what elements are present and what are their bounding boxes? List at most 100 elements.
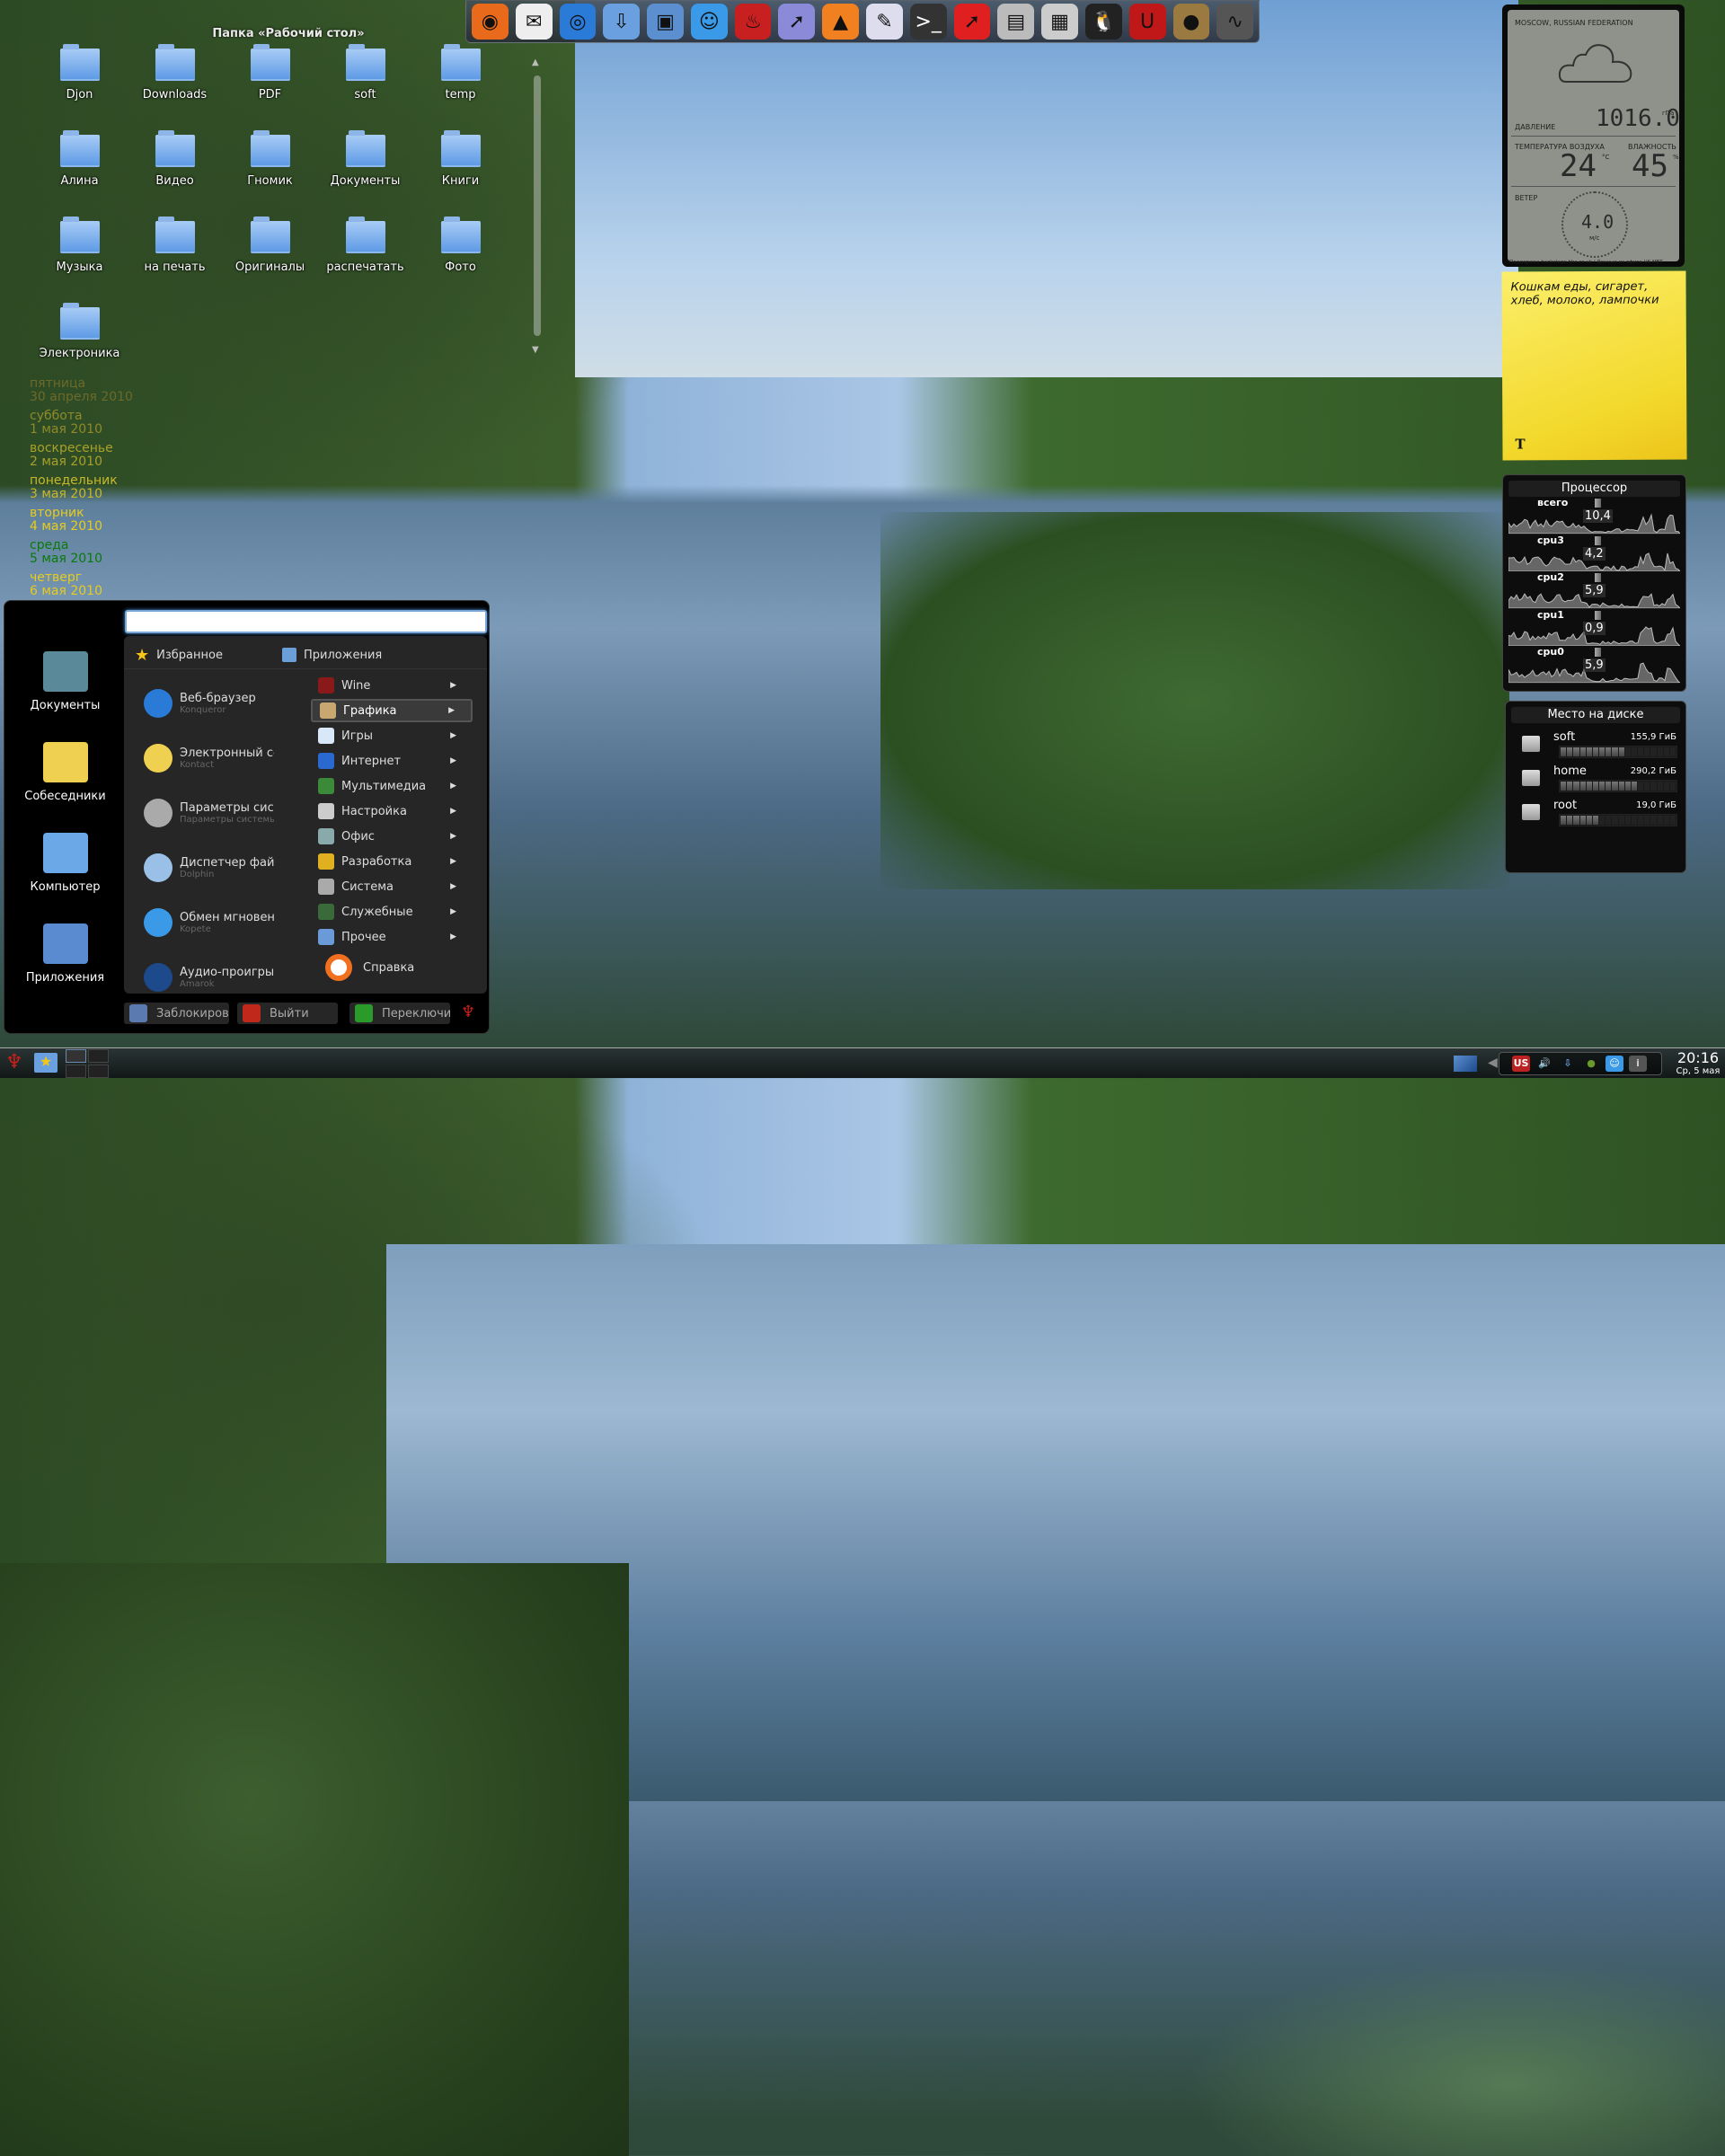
calculator-icon[interactable]: ▦ <box>1041 4 1078 40</box>
tux-icon[interactable]: 🐧 <box>1084 4 1122 40</box>
folder-icon <box>155 44 195 81</box>
desktop-folder[interactable]: Документы <box>318 130 412 188</box>
favorite-item[interactable]: Диспетчер файловDolphin <box>144 845 288 890</box>
app-icon <box>144 689 172 718</box>
volume-icon[interactable]: 🔊 <box>1535 1056 1553 1072</box>
app-category[interactable]: Настройка ▶ <box>311 800 473 823</box>
category-icon <box>318 778 334 794</box>
folder-label: temp <box>445 88 476 102</box>
app-help[interactable]: Справка <box>318 952 480 983</box>
desktop-3[interactable] <box>66 1065 86 1078</box>
desktop-folder[interactable]: Оригиналы <box>223 216 317 274</box>
ktorrent-icon[interactable]: ♨ <box>734 4 772 40</box>
desktop-folder[interactable]: Электроника <box>32 303 127 360</box>
tray-expand-arrow-icon[interactable]: ◀ <box>1488 1056 1498 1070</box>
desktop-folder[interactable]: soft <box>318 44 412 102</box>
folder-label: Электроника <box>39 347 120 360</box>
favorite-item[interactable]: Аудио-проигрывательAmarok <box>144 955 288 1000</box>
app-category[interactable]: Интернет ▶ <box>311 749 473 773</box>
favorite-item[interactable]: Параметры системыПараметры системы <box>144 791 288 835</box>
vlc-icon[interactable]: ▲ <box>822 4 860 40</box>
desktop-folder[interactable]: Видео <box>128 130 222 188</box>
desktop-folder[interactable]: PDF <box>223 44 317 102</box>
desktop-1[interactable] <box>66 1049 86 1063</box>
network-icon[interactable]: ▣ <box>647 4 684 40</box>
tor-icon[interactable]: ● <box>1582 1056 1600 1072</box>
lock-button[interactable]: Заблокировать <box>124 1003 229 1024</box>
download-icon[interactable]: ⇩ <box>1559 1056 1577 1072</box>
firefox-icon[interactable]: ◉ <box>472 4 509 40</box>
app-category[interactable]: Wine ▶ <box>311 674 473 697</box>
app-category[interactable]: Система ▶ <box>311 875 473 898</box>
tor-icon[interactable]: ● <box>1172 4 1210 40</box>
cpu-monitor-widget: Процессор всего 10,4 cpu3 4,2 cpu2 5,9 cpu1 0,9… <box>1502 474 1686 692</box>
sticky-note-text[interactable]: Кошкам еды, сигарет, хлеб, молоко, лампо… <box>1511 280 1677 308</box>
clock[interactable]: 20:16 Ср, 5 мая <box>1673 1049 1723 1076</box>
app-category[interactable]: Мультимедиа ▶ <box>311 774 473 798</box>
desktop-folder[interactable]: распечатать <box>318 216 412 274</box>
favorite-item[interactable]: Обмен мгновенными сообщениямиKopete <box>144 900 288 945</box>
kopete-icon[interactable]: ☺ <box>1606 1056 1623 1072</box>
mail-icon[interactable]: ✉ <box>515 4 553 40</box>
kmenu-edit-icon[interactable]: ➚ <box>778 4 816 40</box>
menu-place-documents[interactable]: Документы <box>4 651 126 712</box>
kopete-icon[interactable]: ☺ <box>690 4 728 40</box>
desktop-folder[interactable]: Музыка <box>32 216 127 274</box>
app-category[interactable]: Графика ▶ <box>311 699 473 722</box>
desktop-folder[interactable]: temp <box>413 44 508 102</box>
text-format-icon[interactable]: T <box>1515 436 1525 452</box>
desktop-2[interactable] <box>88 1049 109 1063</box>
desktop-folder[interactable]: Downloads <box>128 44 222 102</box>
kickoff-launcher-button[interactable]: ♆ <box>5 1051 23 1074</box>
desktop-folder[interactable]: Djon <box>32 44 127 102</box>
favorite-item[interactable]: Веб-браузер Konqueror <box>144 681 288 726</box>
star-icon: ★ <box>135 645 150 665</box>
info-icon[interactable]: i <box>1629 1056 1647 1072</box>
tab-applications[interactable]: Приложения <box>282 643 382 667</box>
app-category[interactable]: Разработка ▶ <box>311 850 473 873</box>
tab-favorites[interactable]: ★ Избранное <box>135 643 223 667</box>
desktop-folder[interactable]: Фото <box>413 216 508 274</box>
desktop-4[interactable] <box>88 1065 109 1078</box>
app-category[interactable]: Офис ▶ <box>311 825 473 848</box>
folder-icon <box>345 44 385 81</box>
desktop-folder[interactable]: Гномик <box>223 130 317 188</box>
app-category[interactable]: Служебные ▶ <box>311 900 473 923</box>
menu-place-computer[interactable]: Компьютер <box>4 833 126 894</box>
disk-usage-bar <box>1559 814 1677 826</box>
desktop-folder[interactable]: на печать <box>128 216 222 274</box>
desktop-folder[interactable]: Книги <box>413 130 508 188</box>
disk-bar-segment <box>1592 747 1599 756</box>
menu-place-applications[interactable]: Приложения <box>4 923 126 985</box>
category-icon <box>320 702 336 719</box>
favorites-folder-icon[interactable]: ★ <box>34 1053 58 1073</box>
download-icon[interactable]: ⇩ <box>603 4 641 40</box>
menu-place-contacts[interactable]: Собеседники <box>4 742 126 803</box>
logout-button[interactable]: Выйти <box>237 1003 338 1024</box>
sticky-note[interactable]: Кошкам еды, сигарет, хлеб, молоко, лампо… <box>1501 270 1687 461</box>
desktop-folder[interactable]: Алина <box>32 130 127 188</box>
browser-icon[interactable]: ◎ <box>559 4 597 40</box>
show-desktop-icon[interactable] <box>1454 1056 1477 1072</box>
terminal-icon[interactable]: >_ <box>909 4 947 40</box>
clock-time: 20:16 <box>1676 1049 1720 1066</box>
keyboard-layout-us-icon[interactable]: US <box>1512 1056 1530 1072</box>
opera-unite-icon[interactable]: U <box>1128 4 1166 40</box>
disk-name: root <box>1553 799 1578 812</box>
disk-bar-segment <box>1618 782 1624 791</box>
package-icon[interactable]: ▤ <box>997 4 1035 40</box>
favorite-item[interactable]: Электронный секретарьKontact <box>144 736 288 781</box>
pointer-icon[interactable]: ➚ <box>953 4 991 40</box>
weather-widget: MOSCOW, RUSSIAN FEDERATION ДАВЛЕНИЕ 1016… <box>1502 4 1685 267</box>
folder-view-scrollbar[interactable]: ▲ ▼ <box>532 57 541 355</box>
search-input[interactable] <box>125 610 487 633</box>
app-category[interactable]: Игры ▶ <box>311 724 473 747</box>
folder-icon <box>345 216 385 253</box>
switch-user-button[interactable]: Переключить <box>349 1003 450 1024</box>
app-category[interactable]: Прочее ▶ <box>311 925 473 949</box>
system-monitor-icon[interactable]: ∿ <box>1216 4 1254 40</box>
disk-bar-segment <box>1567 816 1573 825</box>
office-icon[interactable]: ✎ <box>866 4 903 40</box>
pager <box>66 1049 109 1078</box>
cpu-title: Процессор <box>1508 481 1680 497</box>
